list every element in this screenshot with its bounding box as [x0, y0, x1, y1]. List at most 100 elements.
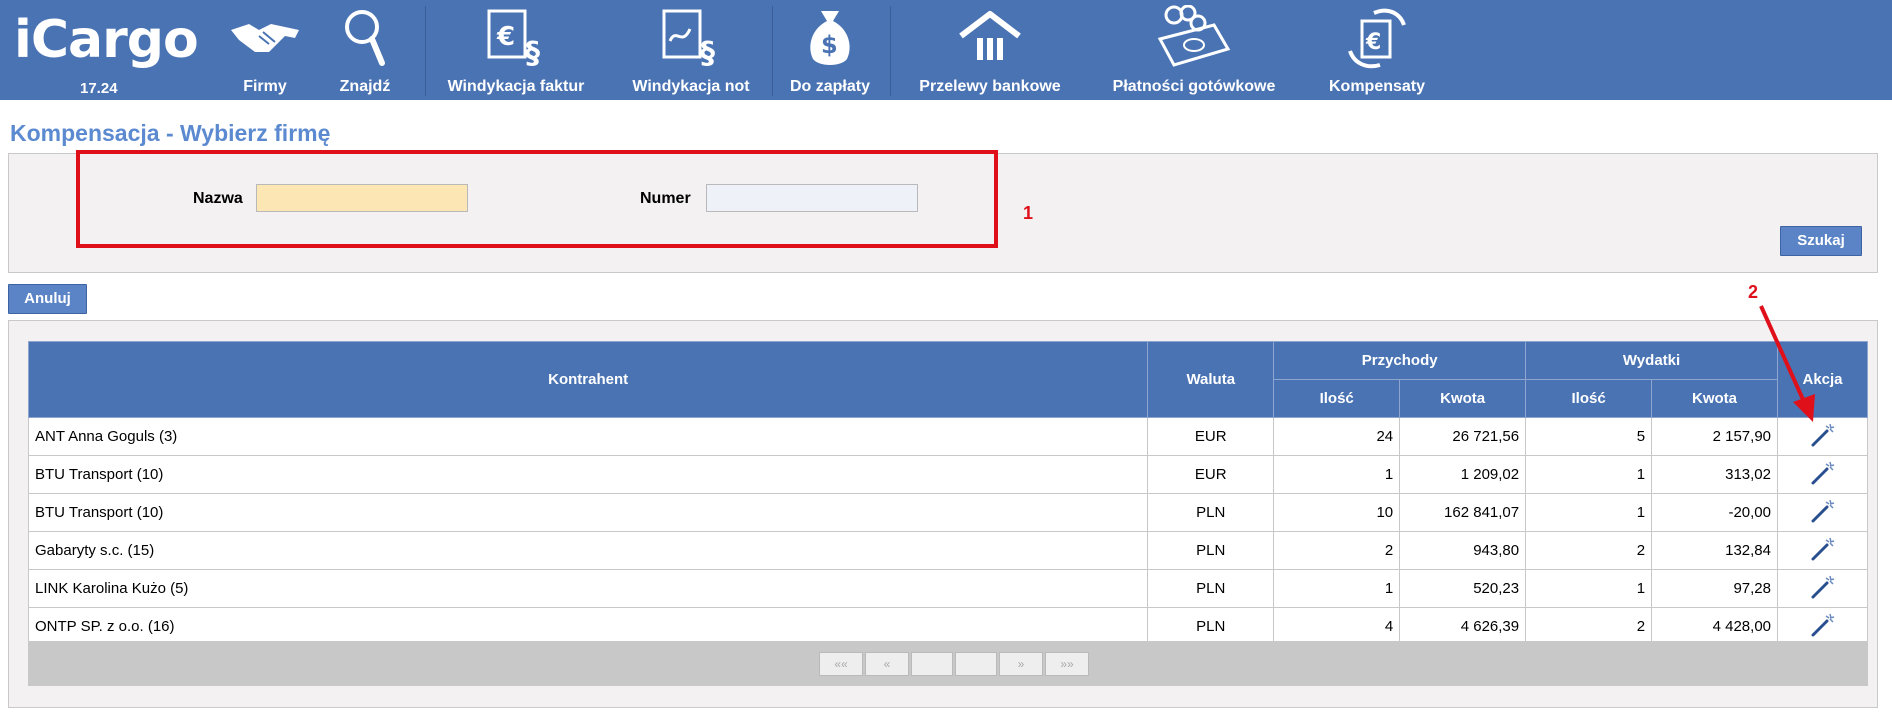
- header-currency[interactable]: Waluta: [1147, 341, 1275, 418]
- pagination-bar: «« « » »»: [28, 641, 1868, 686]
- nav-separator: [890, 6, 891, 96]
- contractor-table: Kontrahent Waluta Przychody Wydatki Akcj…: [27, 341, 1868, 646]
- nav-przelewy-bankowe-label: Przelewy bankowe: [919, 78, 1061, 95]
- table-row[interactable]: ANT Anna Goguls (3) EUR 24 26 721,56 5 2 157,…: [27, 417, 1868, 456]
- annotation-label-1: 1: [1023, 203, 1034, 223]
- nav-windykacja-not[interactable]: § Windykacja not: [616, 0, 766, 100]
- nav-firmy-label: Firmy: [243, 78, 287, 95]
- cell-currency: EUR: [1147, 455, 1275, 494]
- cell-action: [1777, 607, 1868, 646]
- header-income: Przychody: [1273, 341, 1527, 380]
- magic-wand-icon[interactable]: [1810, 460, 1836, 490]
- table-row[interactable]: LINK Karolina Kużo (5) PLN 1 520,23 1 97,28: [27, 569, 1868, 608]
- header-income-amount[interactable]: Kwota: [1399, 379, 1527, 418]
- annotation-highlight-box: [76, 150, 998, 248]
- nav-znajdz[interactable]: Znajdź: [320, 0, 410, 100]
- nav-firmy[interactable]: Firmy: [220, 0, 310, 100]
- cell-expense-count: 1: [1525, 569, 1653, 608]
- cell-action: [1777, 455, 1868, 494]
- cell-currency: PLN: [1147, 531, 1275, 570]
- header-contractor[interactable]: Kontrahent: [27, 341, 1149, 418]
- magic-wand-icon[interactable]: [1810, 498, 1836, 528]
- cell-expense-amount: 132,84: [1651, 531, 1778, 570]
- note-signature-icon: §: [616, 6, 766, 70]
- cell-action: [1777, 531, 1868, 570]
- nav-platnosci-gotowkowe-label: Płatności gotówkowe: [1112, 78, 1276, 95]
- cell-expense-amount: 97,28: [1651, 569, 1778, 608]
- pager-prev-button[interactable]: «: [865, 652, 909, 676]
- table-row[interactable]: BTU Transport (10) PLN 10 162 841,07 1 -20,00: [27, 493, 1868, 532]
- cell-contractor: Gabaryty s.c. (15): [27, 531, 1149, 570]
- nav-do-zaplaty-label: Do zapłaty: [789, 78, 870, 95]
- pager-page-box[interactable]: [911, 652, 953, 676]
- cell-income-amount: 943,80: [1399, 531, 1527, 570]
- cell-income-count: 1: [1273, 455, 1401, 494]
- cell-income-amount: 4 626,39: [1399, 607, 1527, 646]
- cell-contractor: LINK Karolina Kużo (5): [27, 569, 1149, 608]
- header-expenses: Wydatki: [1525, 341, 1778, 380]
- annotation-arrow: [1759, 305, 1815, 422]
- cell-contractor: BTU Transport (10): [27, 455, 1149, 494]
- cell-expense-count: 1: [1525, 493, 1653, 532]
- cell-action: [1777, 493, 1868, 532]
- page-title: Kompensacja - Wybierz firmę: [10, 120, 331, 146]
- cell-income-count: 1: [1273, 569, 1401, 608]
- nav-do-zaplaty[interactable]: $ Do zapłaty: [780, 0, 880, 100]
- cell-contractor: ONTP SP. z o.o. (16): [27, 607, 1149, 646]
- bank-icon: [900, 6, 1080, 70]
- cell-currency: PLN: [1147, 569, 1275, 608]
- pager-last-button[interactable]: »»: [1045, 652, 1089, 676]
- cell-contractor: ANT Anna Goguls (3): [27, 417, 1149, 456]
- handshake-icon: [220, 6, 310, 70]
- nav-znajdz-label: Znajdź: [339, 78, 391, 95]
- cell-income-count: 10: [1273, 493, 1401, 532]
- nav-kompensaty[interactable]: € Kompensaty: [1312, 0, 1442, 100]
- pager-page-box[interactable]: [955, 652, 997, 676]
- nav-windykacja-not-label: Windykacja not: [632, 78, 750, 95]
- cell-currency: EUR: [1147, 417, 1275, 456]
- cell-expense-amount: 313,02: [1651, 455, 1778, 494]
- logo-wordmark: iCargo: [14, 10, 199, 70]
- cell-expense-count: 5: [1525, 417, 1653, 456]
- cancel-button[interactable]: Anuluj: [8, 284, 87, 314]
- nav-windykacja-faktur[interactable]: € § Windykacja faktur: [436, 0, 596, 100]
- cell-expense-amount: 4 428,00: [1651, 607, 1778, 646]
- cell-income-count: 24: [1273, 417, 1401, 456]
- cell-action: [1777, 569, 1868, 608]
- magic-wand-icon[interactable]: [1810, 574, 1836, 604]
- header-income-count[interactable]: Ilość: [1273, 379, 1401, 418]
- cell-expense-amount: -20,00: [1651, 493, 1778, 532]
- invoice-euro-icon: € §: [436, 6, 596, 70]
- cell-currency: PLN: [1147, 493, 1275, 532]
- cell-currency: PLN: [1147, 607, 1275, 646]
- cell-expense-count: 1: [1525, 455, 1653, 494]
- table-row[interactable]: BTU Transport (10) EUR 1 1 209,02 1 313,02: [27, 455, 1868, 494]
- cell-income-amount: 26 721,56: [1399, 417, 1527, 456]
- svg-text:€: €: [496, 22, 515, 52]
- svg-text:$: $: [821, 31, 838, 59]
- cell-expense-count: 2: [1525, 531, 1653, 570]
- top-navigation-bar: iCargo 17.24 Firmy Znajdź € § Windykacja …: [0, 0, 1892, 100]
- svg-text:§: §: [525, 36, 540, 69]
- nav-windykacja-faktur-label: Windykacja faktur: [447, 78, 585, 95]
- magnifier-icon: [320, 6, 410, 70]
- svg-text:§: §: [700, 36, 715, 69]
- magic-wand-icon[interactable]: [1810, 612, 1836, 642]
- svg-text:€: €: [1365, 30, 1381, 55]
- cell-income-count: 4: [1273, 607, 1401, 646]
- header-expense-count[interactable]: Ilość: [1525, 379, 1653, 418]
- nav-platnosci-gotowkowe[interactable]: Płatności gotówkowe: [1094, 0, 1294, 100]
- search-button[interactable]: Szukaj: [1780, 226, 1862, 256]
- cash-coins-icon: [1094, 5, 1294, 70]
- pager-next-button[interactable]: »: [999, 652, 1043, 676]
- nav-przelewy-bankowe[interactable]: Przelewy bankowe: [900, 0, 1080, 100]
- table-row[interactable]: ONTP SP. z o.o. (16) PLN 4 4 626,39 2 4 428,0…: [27, 607, 1868, 646]
- pager-first-button[interactable]: ««: [819, 652, 863, 676]
- cell-income-count: 2: [1273, 531, 1401, 570]
- cell-income-amount: 1 209,02: [1399, 455, 1527, 494]
- table-row[interactable]: Gabaryty s.c. (15) PLN 2 943,80 2 132,84: [27, 531, 1868, 570]
- magic-wand-icon[interactable]: [1810, 536, 1836, 566]
- money-bag-icon: $: [780, 6, 880, 70]
- app-logo[interactable]: iCargo 17.24: [14, 6, 204, 98]
- compensation-euro-icon: €: [1312, 6, 1442, 70]
